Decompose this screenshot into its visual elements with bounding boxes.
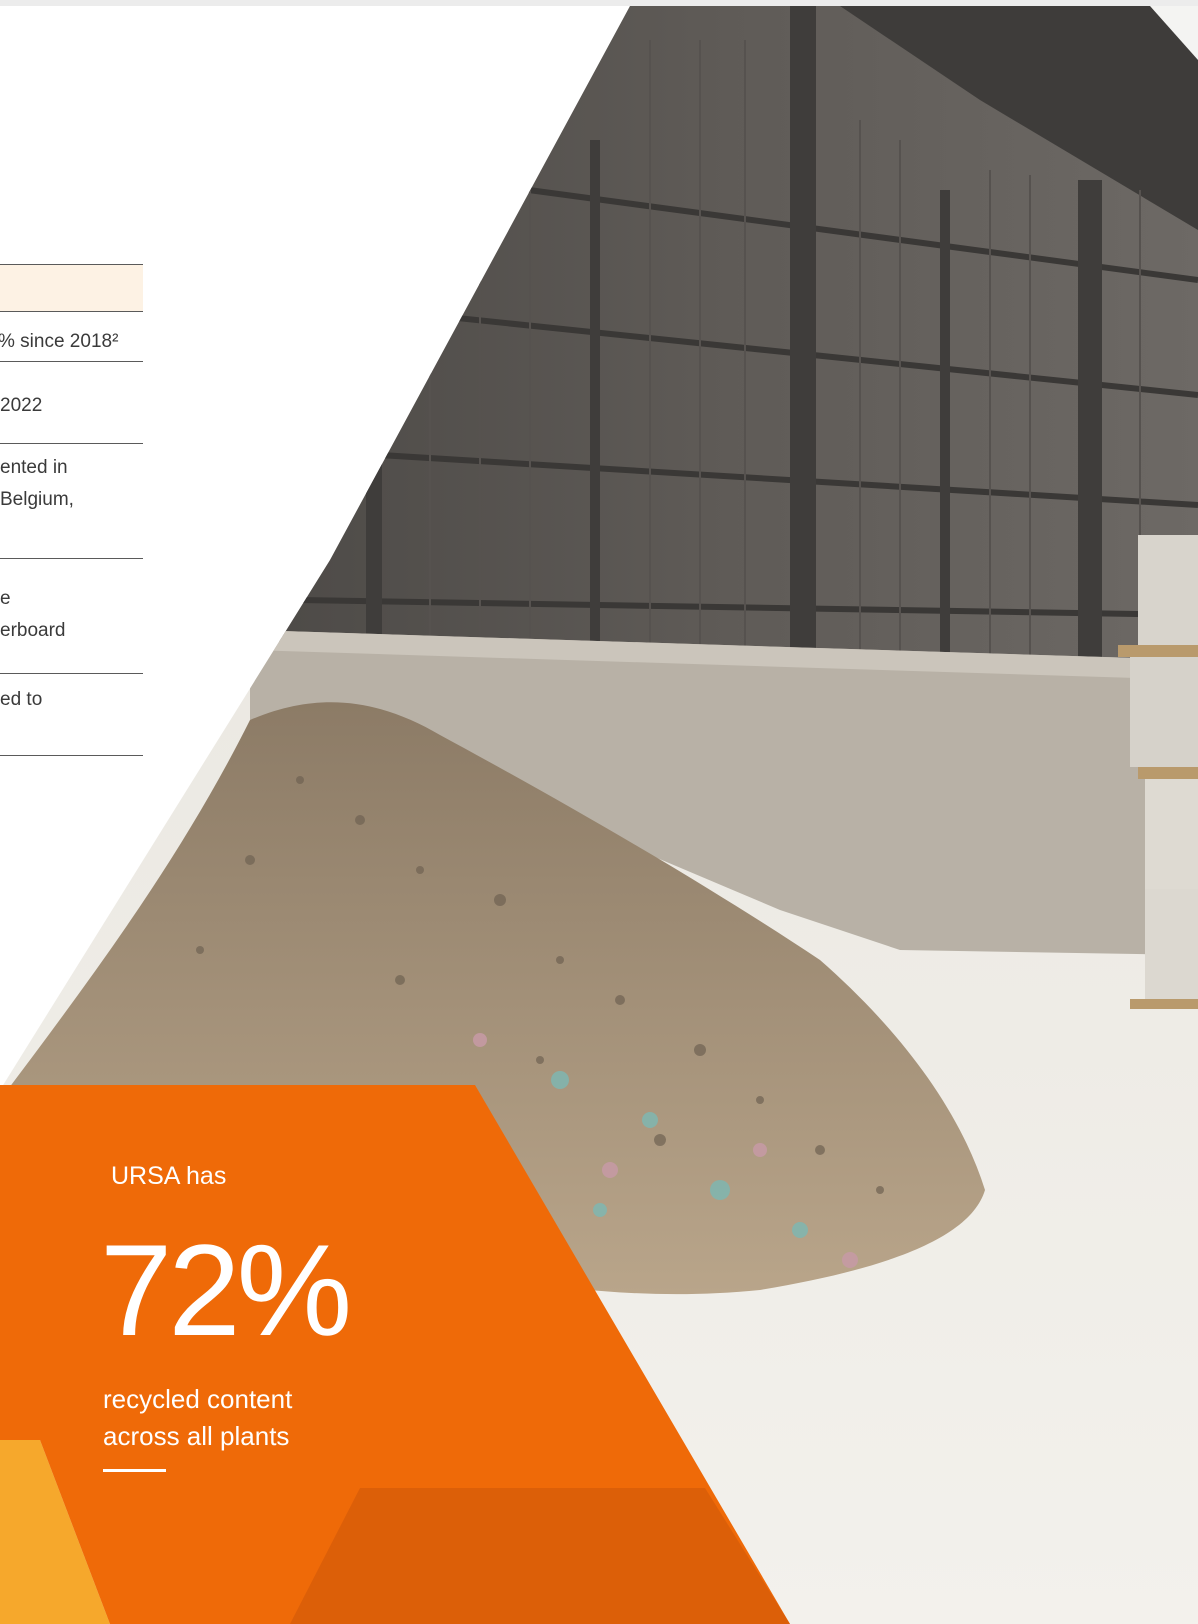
stat-underline <box>103 1469 166 1472</box>
stat-description-line: recycled content <box>103 1384 293 1414</box>
stat-description: recycled content across all plants <box>103 1381 292 1455</box>
stat-value: 72% <box>100 1217 352 1363</box>
accent-shape-dark <box>290 1488 790 1624</box>
stat-intro: URSA has <box>111 1162 227 1190</box>
stat-description-line: across all plants <box>103 1421 290 1451</box>
